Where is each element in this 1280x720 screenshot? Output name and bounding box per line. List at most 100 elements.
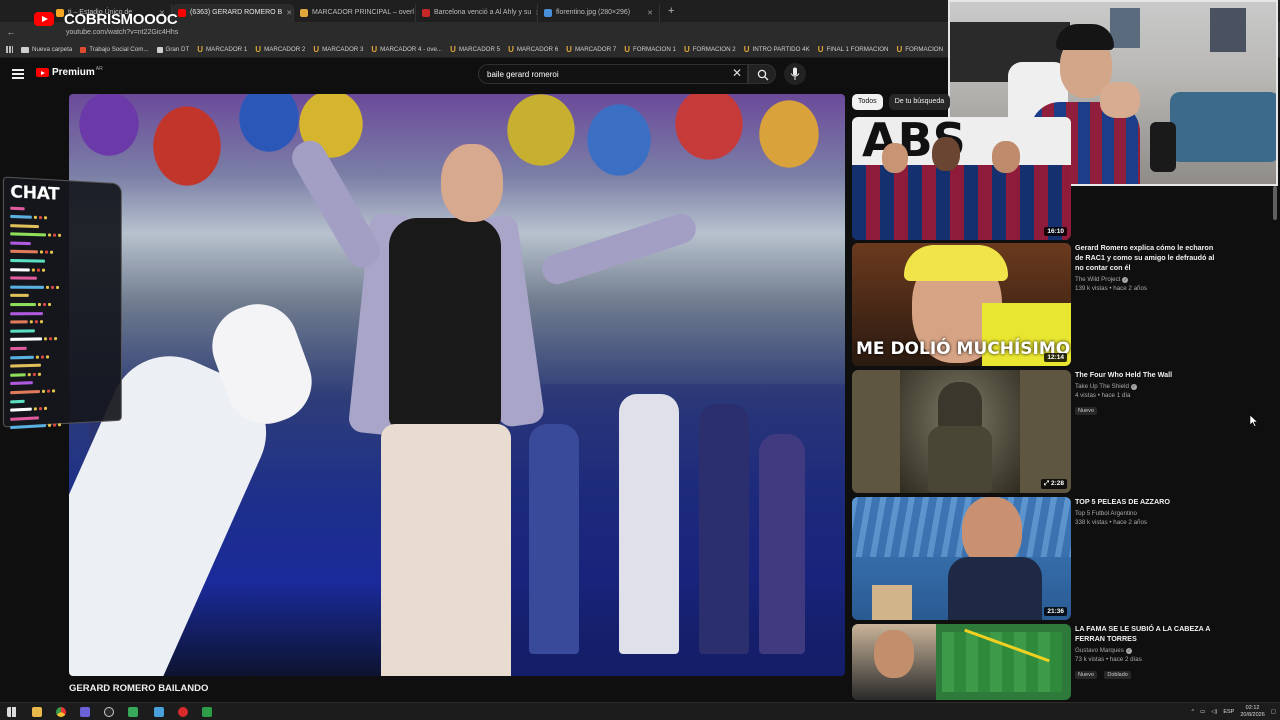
bookmark-item[interactable]: U FORMACION 2 [684,45,736,54]
bookmark-item[interactable]: U FINAL 1 FORMACION [818,45,889,54]
dancer-shirt [389,218,501,428]
chat-emote-icon [40,251,43,254]
new-badge: Nuevo [1075,671,1097,679]
chip-todos[interactable]: Todos [852,94,883,110]
back-icon[interactable]: ← [0,27,22,37]
notifications-icon[interactable]: ▢ [1271,709,1276,715]
chat-emote-icon [30,320,33,323]
bookmark-item[interactable]: U MARCADOR 2 [255,45,305,54]
menu-icon[interactable] [12,69,24,79]
streamer-hand [1100,82,1140,118]
file-explorer-icon[interactable] [32,707,42,717]
app-icon[interactable] [178,707,188,717]
browser-tab[interactable]: MARCADOR PRINCIPAL – overl✕ [294,4,416,22]
bookmark-item[interactable]: U FORMACION [896,45,943,54]
bookmark-favicon-icon [157,47,163,53]
chat-message [10,352,117,361]
bookmark-u-icon: U [508,45,514,54]
bookmark-item[interactable]: U MARCADOR 3 [313,45,363,54]
chat-emote-icon [39,216,42,219]
tab-favicon-icon [300,9,308,17]
tab-favicon-icon [178,9,186,17]
volume-icon[interactable]: ◁) [1211,709,1217,715]
youtube-premium-logo[interactable]: Premium AR [36,67,103,78]
chat-emote-icon [51,286,54,289]
browser-tab[interactable]: (6363) GERARD ROMERO B ✕ [172,4,294,22]
app-icon[interactable] [202,707,212,717]
close-tab-icon[interactable]: ✕ [286,9,292,17]
video-title-text[interactable]: LA FAMA SE LE SUBIÓ A LA CABEZA A FERRAN… [1075,624,1215,644]
apps-icon[interactable] [6,46,13,53]
dancer-arm [538,210,699,288]
video-thumbnail[interactable]: ME DOLIÓ MUCHÍSIMO 12:14 [852,243,1071,366]
search-input[interactable]: baile gerard romeroi [478,64,748,84]
chat-message [10,275,117,282]
bookmark-item[interactable]: Gran DT [157,46,190,53]
bookmark-item[interactable]: U MARCADOR 5 [450,45,500,54]
bookmark-item[interactable]: U MARCADOR 6 [508,45,558,54]
recommendation-item[interactable]: ABS 16:10 [852,117,1272,241]
browser-tab[interactable]: florentino.jpg (280×296) ✕ [538,4,660,22]
clear-search-icon[interactable]: ✕ [732,66,742,80]
chevron-up-icon[interactable]: ^ [1191,709,1194,715]
video-thumbnail[interactable]: ABS 16:10 [852,117,1071,240]
bookmark-item[interactable]: U MARCADOR 7 [566,45,616,54]
tab-title: MARCADOR PRINCIPAL – overl [312,9,414,16]
chat-emote-icon [53,234,56,237]
chip-de-tu-busqueda[interactable]: De tu búsqueda [889,94,950,110]
chat-emote-icon [53,424,56,427]
bookmark-item[interactable]: Nueva carpeta [21,46,72,53]
channel-label: Gustavo Marques [1075,647,1124,654]
recommendation-item[interactable]: ⤢ 2:28 The Four Who Held The Wall Take U… [852,370,1272,494]
recommendation-item[interactable]: LA FAMA SE LE SUBIÓ A LA CABEZA A FERRAN… [852,624,1272,700]
voice-search-button[interactable] [784,63,806,85]
scrollbar[interactable] [1273,186,1277,220]
video-title-text[interactable]: Gerard Romero explica cómo le echaron de… [1075,243,1215,273]
chat-username [10,259,45,263]
language-indicator[interactable]: ESP [1223,709,1234,715]
chat-emote-icon [41,355,44,358]
tab-favicon-icon [422,9,430,17]
video-player[interactable] [69,94,845,676]
search-button[interactable] [748,64,776,84]
notepad-icon[interactable] [154,707,164,717]
video-thumbnail[interactable]: ⤢ 2:28 [852,370,1071,493]
app-icon[interactable] [128,707,138,717]
bookmark-item[interactable]: U MARCADOR 4 - ove... [371,45,442,54]
tab-title: (6363) GERARD ROMERO B [190,9,282,16]
browser-tab[interactable]: Barcelona venció a Al Ahly y su✕ [416,4,538,22]
bookmark-u-icon: U [624,45,630,54]
url-field[interactable]: youtube.com/watch?v=nt22Gic4Hhs [66,29,178,36]
video-duration: 16:10 [1044,227,1067,236]
channel-name[interactable]: The Wild Project ✓ [1075,276,1215,283]
obs-icon[interactable] [104,707,114,717]
chat-emote-icon [42,268,45,271]
dancer-arm [286,135,385,273]
chat-message [10,335,117,343]
channel-name[interactable]: Top 5 Futbol Argentino [1075,510,1215,517]
video-thumbnail[interactable] [852,624,1071,700]
teams-icon[interactable] [80,707,90,717]
channel-name[interactable]: Gustavo Marques ✓ [1075,647,1215,654]
video-title-text[interactable]: The Four Who Held The Wall [1075,370,1215,380]
chat-emote-icon [44,216,47,219]
bookmark-item[interactable]: U INTRO PARTIDO 4K [744,45,810,54]
bookmark-item[interactable]: U MARCADOR 1 [197,45,247,54]
recommendation-item[interactable]: 21:36 TOP 5 PELEAS DE AZZARO Top 5 Futbo… [852,497,1272,621]
new-tab-button[interactable]: + [660,5,682,17]
bookmark-item[interactable]: Trabajo Social Com... [80,46,148,53]
chat-emote-icon [44,338,47,341]
chat-message [10,231,117,240]
tab-title: florentino.jpg (280×296) [556,9,630,16]
network-icon[interactable]: ▭ [1200,709,1205,715]
video-meta: TOP 5 PELEAS DE AZZARO Top 5 Futbol Arge… [1075,497,1215,526]
windows-start-icon[interactable] [7,707,17,717]
bookmark-item[interactable]: U FORMACION 1 [624,45,676,54]
channel-name[interactable]: Take Up The Shield ✓ [1075,383,1215,390]
video-title-text[interactable]: TOP 5 PELEAS DE AZZARO [1075,497,1215,507]
clock[interactable]: 02:12 20/8/2026 [1240,705,1264,719]
video-thumbnail[interactable]: 21:36 [852,497,1071,620]
chrome-icon[interactable] [56,707,66,717]
recommendation-item[interactable]: ME DOLIÓ MUCHÍSIMO 12:14 Gerard Romero e… [852,243,1272,367]
close-tab-icon[interactable]: ✕ [647,9,653,17]
